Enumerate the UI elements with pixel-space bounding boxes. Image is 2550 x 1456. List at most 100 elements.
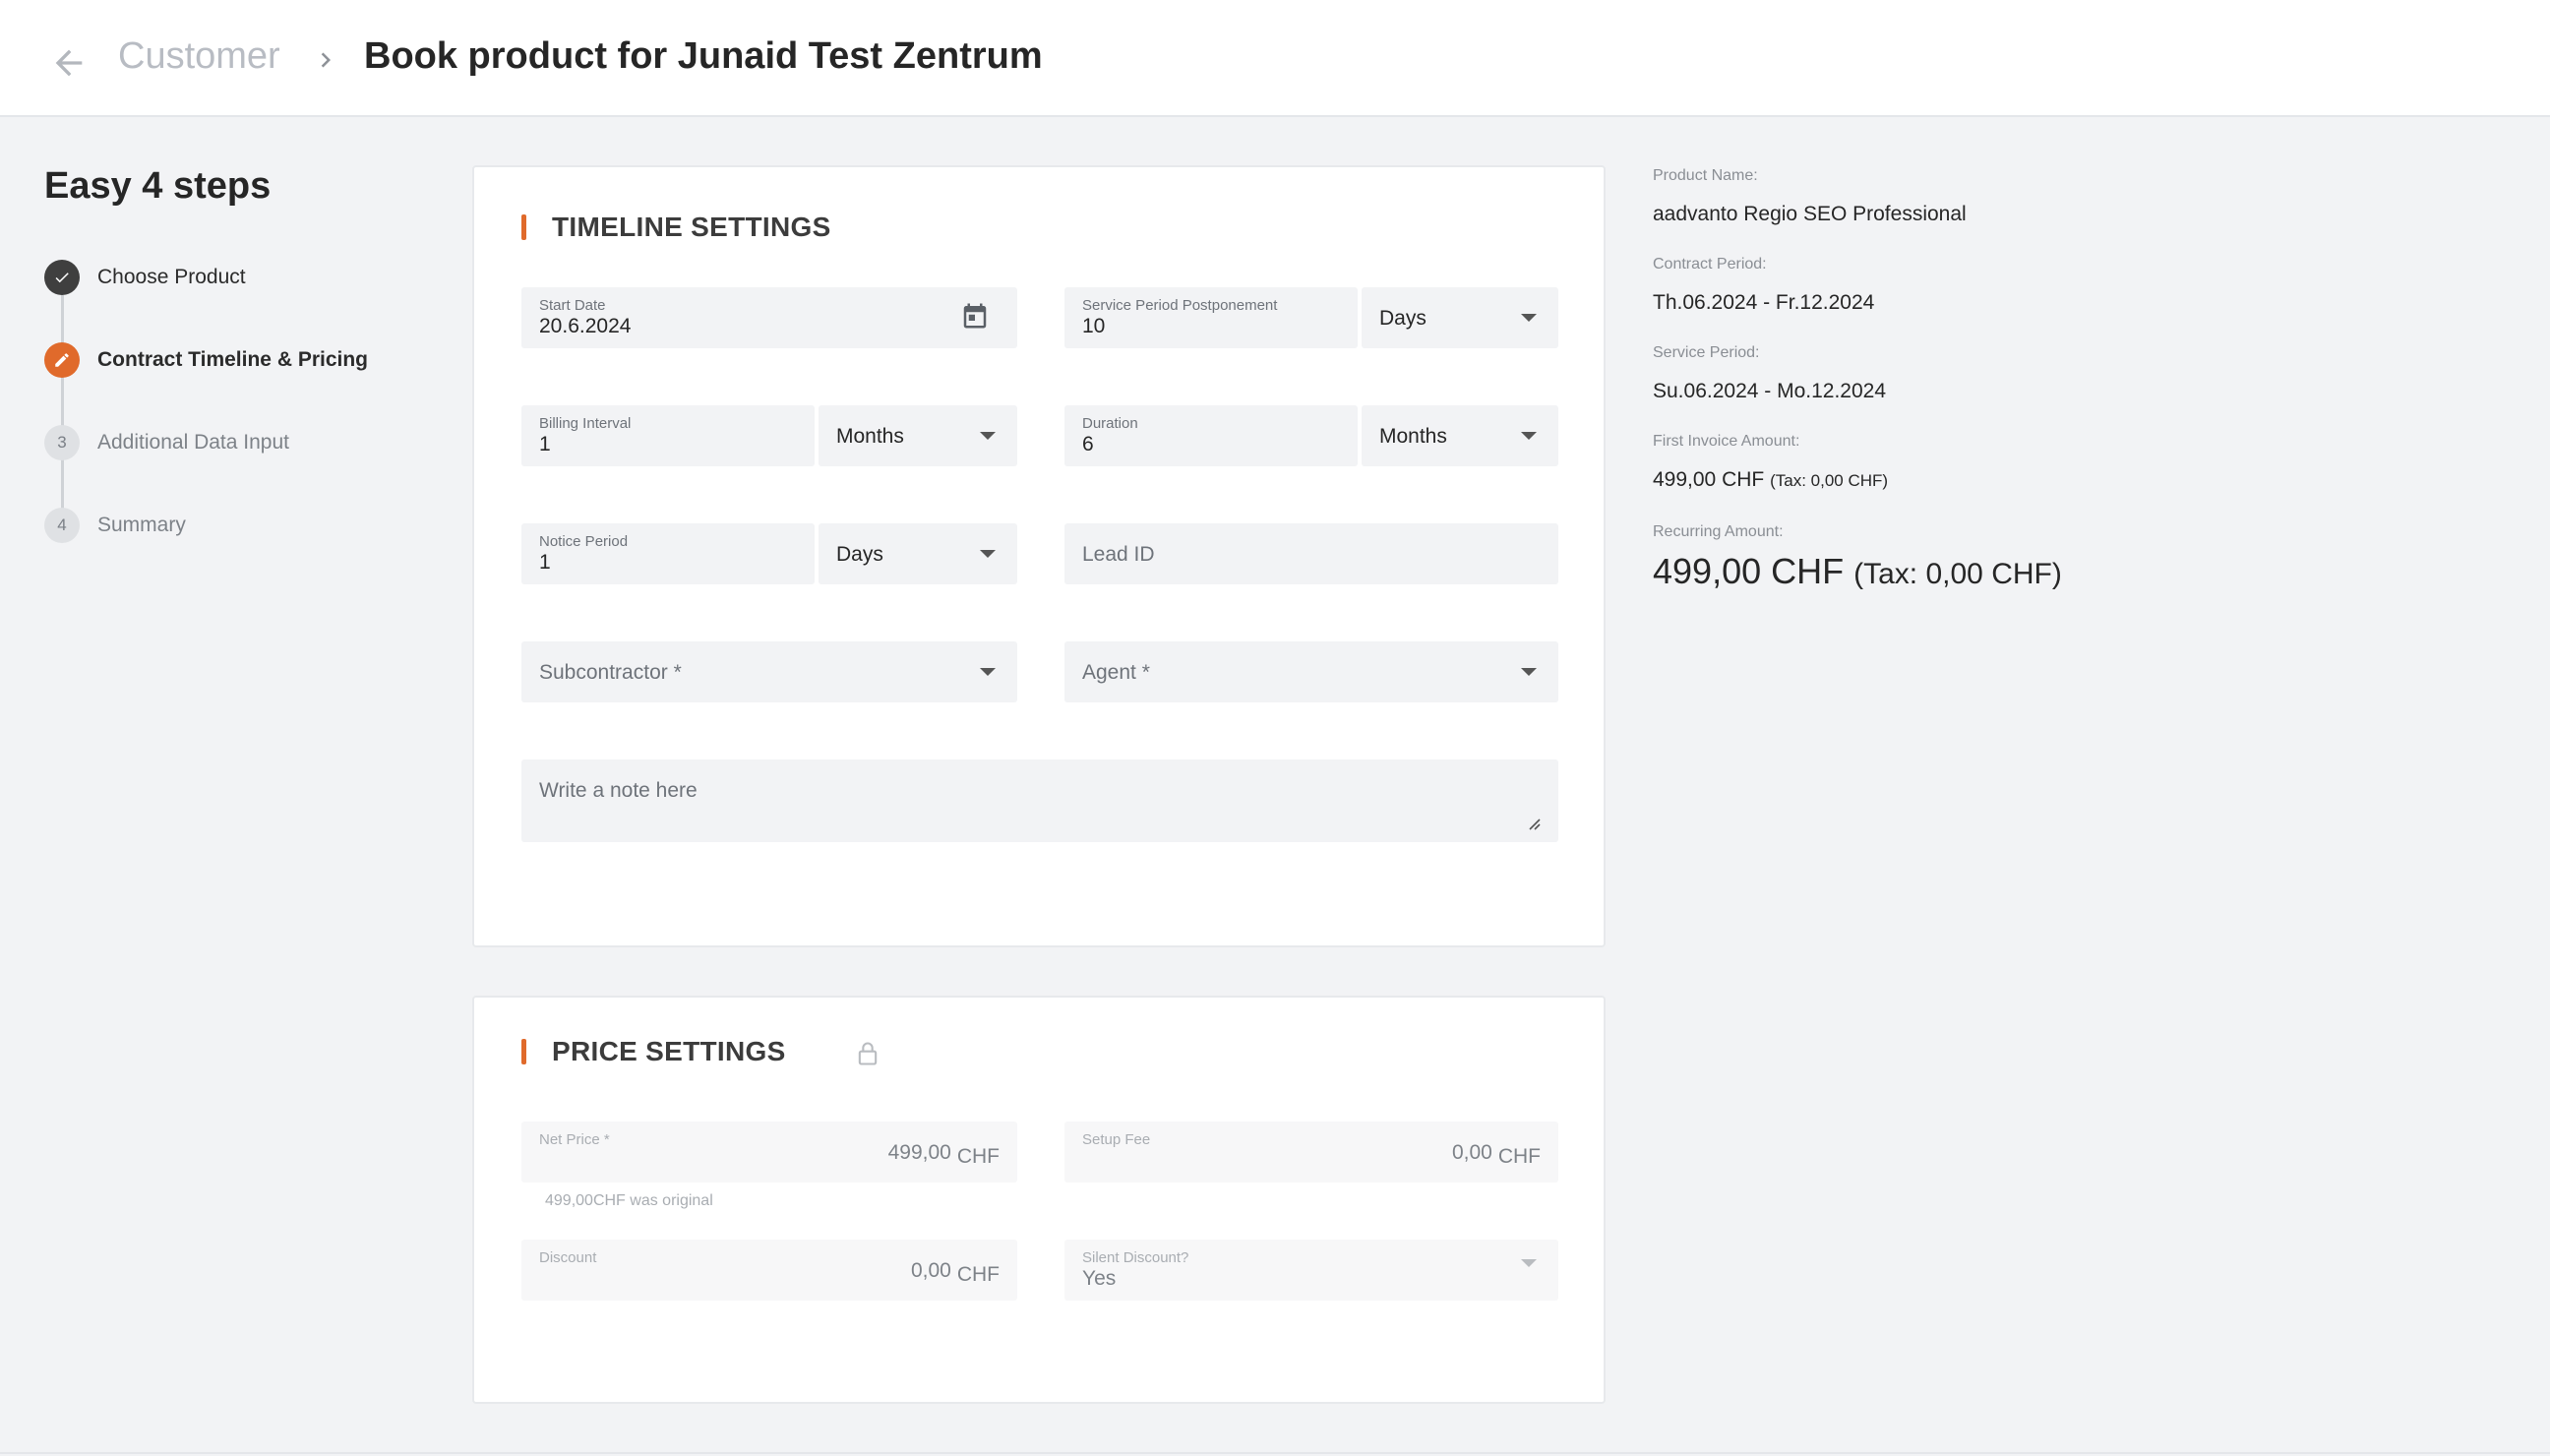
step-number: 3 <box>44 425 80 460</box>
caret-down-icon <box>1521 314 1537 322</box>
field-value: 0,00 CHF <box>910 1259 1000 1286</box>
field-label: Start Date <box>539 297 606 314</box>
step-summary[interactable]: 4 Summary <box>44 508 186 543</box>
currency: CHF <box>956 1145 1000 1168</box>
caret-down-icon <box>980 432 996 440</box>
service-period-label: Service Period: <box>1653 344 1760 361</box>
caret-down-icon <box>1521 1259 1537 1267</box>
service-postponement-field[interactable]: Service Period Postponement 10 <box>1064 287 1358 348</box>
pencil-icon <box>44 342 80 378</box>
timeline-settings-card: TIMELINE SETTINGS Start Date 20.6.2024 S… <box>472 165 1606 947</box>
field-label: Service Period Postponement <box>1082 297 1278 314</box>
field-placeholder: Subcontractor * <box>539 661 682 684</box>
section-heading: PRICE SETTINGS <box>521 1036 878 1066</box>
field-value: 6 <box>1082 433 1094 455</box>
product-name-value: aadvanto Regio SEO Professional <box>1653 203 1967 225</box>
field-label: Billing Interval <box>539 415 632 432</box>
step-choose-product[interactable]: Choose Product <box>44 260 246 295</box>
net-price-field: Net Price * 499,00 CHF <box>521 1122 1017 1183</box>
caret-down-icon <box>1521 432 1537 440</box>
back-arrow-icon[interactable] <box>49 43 89 83</box>
chevron-right-icon <box>321 52 331 68</box>
agent-select[interactable]: Agent * <box>1064 641 1558 702</box>
breadcrumb-customer[interactable]: Customer <box>118 35 280 78</box>
field-value: 20.6.2024 <box>539 315 632 337</box>
recurring-tax: (Tax: 0,00 CHF) <box>1853 558 2062 590</box>
select-value: Days <box>1379 307 1427 330</box>
duration-field[interactable]: Duration 6 <box>1064 405 1358 466</box>
caret-down-icon <box>980 550 996 558</box>
caret-down-icon <box>1521 668 1537 676</box>
discount-field: Discount 0,00 CHF <box>521 1240 1017 1301</box>
amount: 499,00 <box>887 1141 951 1164</box>
caret-down-icon <box>980 668 996 676</box>
currency: CHF <box>956 1263 1000 1286</box>
amount: 0,00 <box>910 1259 951 1282</box>
accent-bar <box>521 1039 526 1064</box>
recurring-amount-value: 499,00 CHF (Tax: 0,00 CHF) <box>1653 551 2062 592</box>
lead-id-input[interactable]: Lead ID <box>1064 523 1558 584</box>
field-value: Yes <box>1082 1267 1117 1290</box>
field-label: Setup Fee <box>1082 1131 1151 1148</box>
note-textarea[interactable]: Write a note here <box>521 759 1558 842</box>
page-header: Customer Book product for Junaid Test Ze… <box>0 0 2550 117</box>
recurring-amount-label: Recurring Amount: <box>1653 523 1784 540</box>
first-invoice-tax: (Tax: 0,00 CHF) <box>1770 471 1889 490</box>
notice-period-unit-select[interactable]: Days <box>819 523 1017 584</box>
contract-period-label: Contract Period: <box>1653 256 1767 273</box>
field-value: 499,00 CHF <box>887 1141 1000 1168</box>
silent-discount-select: Silent Discount? Yes <box>1064 1240 1558 1301</box>
field-placeholder: Write a note here <box>539 779 698 802</box>
original-price-hint: 499,00CHF was original <box>545 1192 713 1209</box>
step-number: 4 <box>44 508 80 543</box>
step-label: Choose Product <box>97 266 246 288</box>
steps-connector-line <box>61 295 64 512</box>
select-value: Months <box>836 425 904 448</box>
step-label: Additional Data Input <box>97 431 289 454</box>
section-title: PRICE SETTINGS <box>552 1036 786 1066</box>
service-postponement-unit-select[interactable]: Days <box>1362 287 1558 348</box>
resize-handle-icon[interactable] <box>1525 815 1541 830</box>
field-label: Net Price * <box>539 1131 610 1148</box>
field-value: 1 <box>539 551 551 574</box>
start-date-field[interactable]: Start Date 20.6.2024 <box>521 287 1017 348</box>
first-invoice-value: 499,00 CHF (Tax: 0,00 CHF) <box>1653 468 1888 492</box>
steps-title: Easy 4 steps <box>44 165 272 207</box>
step-additional-data[interactable]: 3 Additional Data Input <box>44 425 289 460</box>
subcontractor-select[interactable]: Subcontractor * <box>521 641 1017 702</box>
section-title: TIMELINE SETTINGS <box>552 212 831 242</box>
first-invoice-label: First Invoice Amount: <box>1653 433 1800 450</box>
step-label: Summary <box>97 514 186 536</box>
field-value: 0,00 CHF <box>1451 1141 1541 1168</box>
step-contract-timeline[interactable]: Contract Timeline & Pricing <box>44 342 368 378</box>
field-placeholder: Lead ID <box>1082 543 1155 566</box>
billing-interval-unit-select[interactable]: Months <box>819 405 1017 466</box>
notice-period-field[interactable]: Notice Period 1 <box>521 523 815 584</box>
first-invoice-amount: 499,00 CHF <box>1653 468 1765 491</box>
price-settings-card: PRICE SETTINGS Net Price * 499,00 CHF 499… <box>472 996 1606 1404</box>
duration-unit-select[interactable]: Months <box>1362 405 1558 466</box>
field-value: 1 <box>539 433 551 455</box>
product-name-label: Product Name: <box>1653 167 1758 184</box>
field-label: Duration <box>1082 415 1138 432</box>
field-placeholder: Agent * <box>1082 661 1150 684</box>
page-title: Book product for Junaid Test Zentrum <box>364 35 1043 77</box>
field-label: Discount <box>539 1249 597 1266</box>
calendar-icon[interactable] <box>960 301 990 331</box>
setup-fee-field: Setup Fee 0,00 CHF <box>1064 1122 1558 1183</box>
select-value: Months <box>1379 425 1447 448</box>
step-label: Contract Timeline & Pricing <box>97 348 368 371</box>
lock-icon[interactable] <box>854 1039 881 1068</box>
accent-bar <box>521 214 526 240</box>
field-label: Silent Discount? <box>1082 1249 1189 1266</box>
amount: 0,00 <box>1451 1141 1492 1164</box>
service-period-value: Su.06.2024 - Mo.12.2024 <box>1653 380 1887 402</box>
recurring-amount: 499,00 CHF <box>1653 551 1845 591</box>
section-heading: TIMELINE SETTINGS <box>521 212 831 242</box>
billing-interval-field[interactable]: Billing Interval 1 <box>521 405 815 466</box>
field-value: 10 <box>1082 315 1106 337</box>
check-icon <box>44 260 80 295</box>
select-value: Days <box>836 543 883 566</box>
contract-period-value: Th.06.2024 - Fr.12.2024 <box>1653 291 1875 314</box>
field-label: Notice Period <box>539 533 629 550</box>
